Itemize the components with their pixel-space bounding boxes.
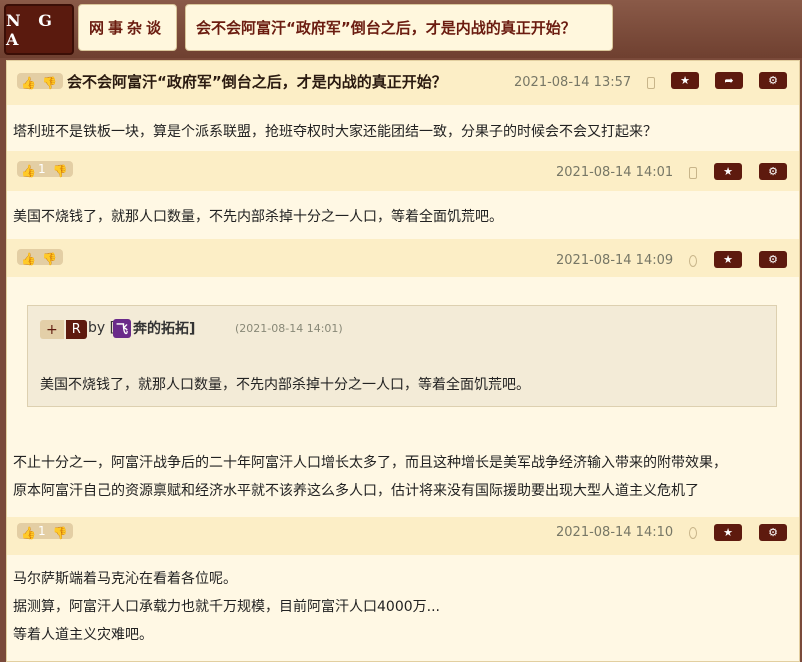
thumbs-down-icon[interactable]: 👎 [42, 76, 57, 90]
thumbs-down-icon[interactable]: 👎 [42, 252, 57, 266]
post-time: 2021-08-14 14:09 [556, 253, 674, 268]
vote-buttons[interactable]: 👍 1 👎 [17, 161, 73, 178]
expand-icon[interactable]: + [40, 320, 64, 339]
reply-badge[interactable]: R [65, 320, 87, 339]
star-button[interactable]: ★ [714, 524, 742, 541]
author-badge: 飞 [113, 318, 132, 338]
quote-by-label: by [ [88, 320, 116, 336]
vote-buttons[interactable]: 👍 👎 [17, 249, 63, 266]
thumbs-up-icon[interactable]: 👍 [21, 526, 36, 540]
post-time: 2021-08-14 14:01 [556, 165, 674, 180]
post-text-line: 原本阿富汗自己的资源禀赋和经济水平就不该养这么多人口，估计将来没有国际援助要出现… [13, 483, 699, 499]
star-button[interactable]: ★ [714, 251, 742, 268]
quote-author-name[interactable]: 奔的拓拓] [133, 318, 195, 338]
post-body: 美国不烧钱了，就那人口数量，不先内部杀掉十分之一人口，等着全面饥荒吧。 [7, 191, 799, 239]
apple-icon [689, 527, 697, 539]
phone-icon [689, 167, 697, 179]
post-text-line: 美国不烧钱了，就那人口数量，不先内部杀掉十分之一人口，等着全面饥荒吧。 [13, 209, 503, 225]
post-body: 塔利班不是铁板一块，算是个派系联盟，抢班夺权时大家还能团结一致，分果子的时候会不… [7, 105, 799, 151]
post-header: 👍 1 👎 2021-08-14 14:01 ★ ⚙ [7, 151, 799, 191]
settings-button[interactable]: ⚙ [759, 163, 787, 180]
thumbs-down-icon[interactable]: 👎 [53, 526, 68, 540]
post-header: 👍 👎 2021-08-14 14:09 ★ ⚙ [7, 239, 799, 277]
quote-author[interactable]: 飞 奔的拓拓] [113, 318, 195, 338]
thumbs-up-icon[interactable]: 👍 [21, 252, 36, 266]
post-body: 马尔萨斯端着马克沁在看着各位呢。 据测算，阿富汗人口承载力也就千万规模，目前阿富… [7, 555, 799, 661]
thumbs-down-icon[interactable]: 👎 [53, 164, 68, 178]
post-text-line: 不止十分之一，阿富汗战争后的二十年阿富汗人口增长太多了，而且这种增长是美军战争经… [13, 455, 727, 471]
apple-icon [689, 255, 697, 267]
quote-text: 美国不烧钱了，就那人口数量，不先内部杀掉十分之一人口，等着全面饥荒吧。 [40, 377, 530, 393]
post-header: 👍 1 👎 2021-08-14 14:10 ★ ⚙ [7, 517, 799, 555]
post-text-line: 等着人道主义灾难吧。 [13, 627, 153, 643]
post-header: 👍 👎 会不会阿富汗“政府军”倒台之后，才是内战的真正开始？ 2021-08-1… [7, 61, 799, 105]
settings-button[interactable]: ⚙ [759, 524, 787, 541]
quote-reply-tag[interactable]: + R [40, 320, 87, 339]
post-text-line: 塔利班不是铁板一块，算是个派系联盟，抢班夺权时大家还能团结一致，分果子的时候会不… [13, 124, 657, 140]
vote-count: 1 [38, 524, 46, 538]
breadcrumb-section[interactable]: 网事杂谈 [78, 4, 177, 51]
post-text-line: 据测算，阿富汗人口承载力也就千万规模，目前阿富汗人口4000万... [13, 599, 440, 615]
vote-buttons[interactable]: 👍 👎 [17, 73, 63, 90]
android-icon [647, 77, 655, 89]
settings-button[interactable]: ⚙ [759, 251, 787, 268]
top-navigation-bar: N G A 网事杂谈 会不会阿富汗“政府军”倒台之后，才是内战的真正开始？ [0, 0, 802, 58]
star-button[interactable]: ★ [714, 163, 742, 180]
post-time: 2021-08-14 13:57 [514, 75, 632, 90]
star-button[interactable]: ★ [671, 72, 699, 89]
vote-buttons[interactable]: 👍 1 👎 [17, 523, 73, 540]
share-button[interactable]: ➦ [715, 72, 743, 89]
settings-button[interactable]: ⚙ [759, 72, 787, 89]
thumbs-up-icon[interactable]: 👍 [21, 76, 36, 90]
post-title: 会不会阿富汗“政府军”倒台之后，才是内战的真正开始？ [67, 73, 447, 91]
post-time: 2021-08-14 14:10 [556, 525, 674, 540]
nga-logo[interactable]: N G A [4, 4, 74, 55]
post-text-line: 马尔萨斯端着马克沁在看着各位呢。 [13, 571, 237, 587]
vote-count: 1 [38, 162, 46, 176]
thumbs-up-icon[interactable]: 👍 [21, 164, 36, 178]
quote-time: (2021-08-14 14:01) [235, 322, 343, 335]
breadcrumb-thread-title[interactable]: 会不会阿富汗“政府军”倒台之后，才是内战的真正开始？ [185, 4, 613, 51]
quote-block: + R by [ 飞 奔的拓拓] (2021-08-14 14:01) 美国不烧… [27, 305, 777, 407]
thread-content: 👍 👎 会不会阿富汗“政府军”倒台之后，才是内战的真正开始？ 2021-08-1… [6, 60, 800, 662]
